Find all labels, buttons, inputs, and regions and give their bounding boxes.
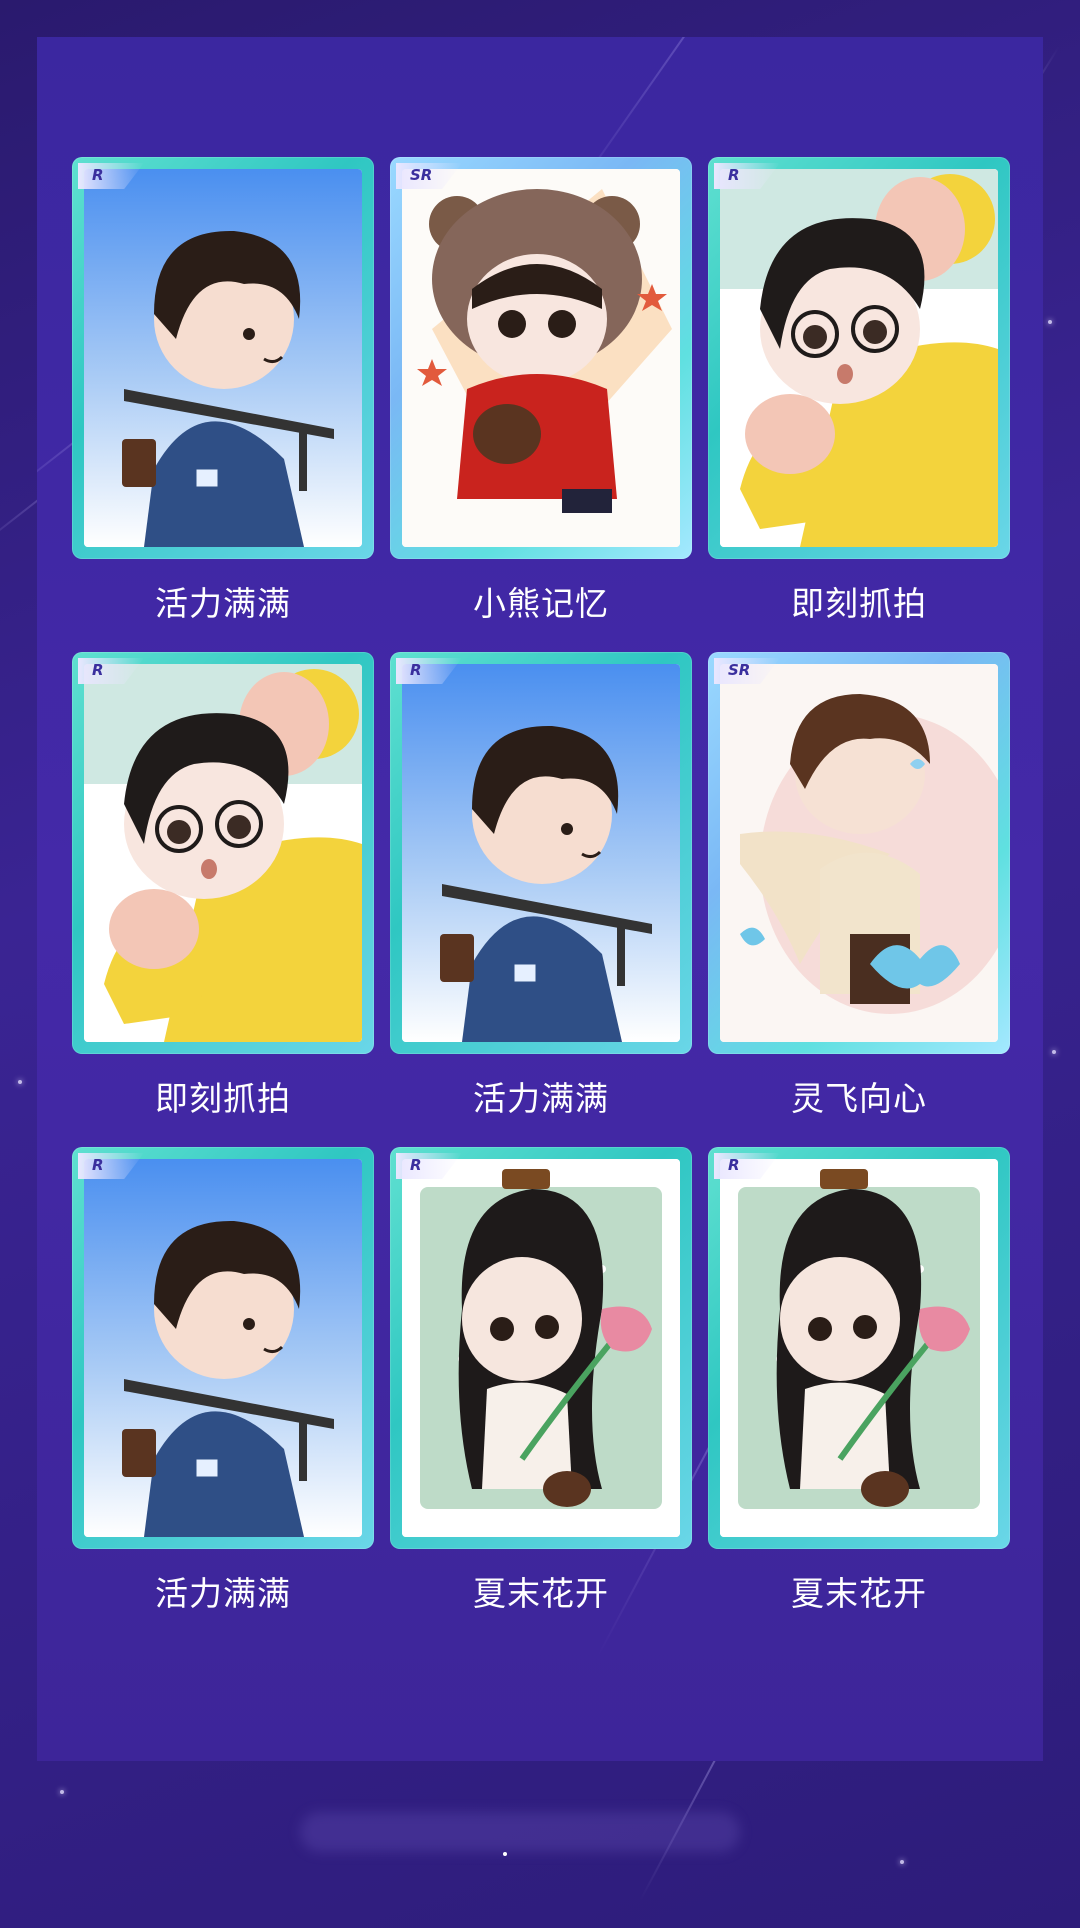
rarity-badge-text: R bbox=[410, 661, 422, 679]
card-frame[interactable]: SR bbox=[708, 652, 1010, 1054]
card-frame[interactable]: R bbox=[708, 157, 1010, 559]
rarity-badge: R bbox=[714, 1153, 780, 1179]
card-name-label: 即刻抓拍 bbox=[791, 584, 927, 623]
card-name-label: 夏末花开 bbox=[473, 1574, 609, 1613]
rarity-badge-text: R bbox=[728, 166, 740, 184]
footer-dot bbox=[503, 1852, 507, 1856]
card-item[interactable]: R 即刻抓拍 bbox=[708, 157, 1010, 652]
rarity-badge-bg bbox=[714, 163, 780, 189]
rarity-badge: R bbox=[396, 658, 462, 684]
card-name-label: 即刻抓拍 bbox=[155, 1079, 291, 1118]
rarity-badge: R bbox=[78, 163, 144, 189]
card-name-label: 活力满满 bbox=[155, 1574, 291, 1613]
rarity-badge-text: R bbox=[92, 166, 104, 184]
lotus-icon bbox=[402, 1159, 680, 1537]
card-frame[interactable]: R bbox=[72, 1147, 374, 1549]
card-frame[interactable]: R bbox=[72, 652, 374, 1054]
card-frame[interactable]: R bbox=[72, 157, 374, 559]
sparkle bbox=[900, 1860, 904, 1864]
rarity-badge: R bbox=[78, 658, 144, 684]
footer-watermark-blur bbox=[300, 1812, 740, 1852]
rarity-badge-text: R bbox=[92, 1156, 104, 1174]
rarity-badge-text: R bbox=[728, 1156, 740, 1174]
sparkle bbox=[18, 1080, 22, 1084]
rarity-badge-bg bbox=[78, 658, 144, 684]
rarity-badge-text: R bbox=[92, 661, 104, 679]
rarity-badge-text: SR bbox=[410, 166, 433, 184]
card-name-label: 灵飞向心 bbox=[791, 1079, 927, 1118]
butterfly-icon bbox=[720, 664, 998, 1042]
rarity-badge-bg bbox=[78, 1153, 144, 1179]
rarity-badge: SR bbox=[714, 658, 780, 684]
office-icon bbox=[84, 1159, 362, 1537]
card-frame[interactable]: SR bbox=[390, 157, 692, 559]
office-icon bbox=[402, 664, 680, 1042]
sparkle bbox=[1048, 320, 1052, 324]
rarity-badge: R bbox=[78, 1153, 144, 1179]
card-item[interactable]: R 活力满满 bbox=[390, 652, 692, 1147]
rarity-badge: R bbox=[396, 1153, 462, 1179]
camera-paw-icon bbox=[720, 169, 998, 547]
card-name-label: 活力满满 bbox=[155, 584, 291, 623]
bear-icon bbox=[402, 169, 680, 547]
lotus-icon bbox=[720, 1159, 998, 1537]
rarity-badge: SR bbox=[396, 163, 462, 189]
rarity-badge-bg bbox=[396, 1153, 462, 1179]
rarity-badge-bg bbox=[78, 163, 144, 189]
camera-paw-icon bbox=[84, 664, 362, 1042]
card-name-label: 小熊记忆 bbox=[473, 584, 609, 623]
rarity-badge-bg bbox=[714, 1153, 780, 1179]
sparkle bbox=[1052, 1050, 1056, 1054]
card-item[interactable]: R 夏末花开 bbox=[390, 1147, 692, 1642]
card-frame[interactable]: R bbox=[390, 1147, 692, 1549]
card-frame[interactable]: R bbox=[708, 1147, 1010, 1549]
card-item[interactable]: R 夏末花开 bbox=[708, 1147, 1010, 1642]
card-frame[interactable]: R bbox=[390, 652, 692, 1054]
card-name-label: 夏末花开 bbox=[791, 1574, 927, 1613]
card-grid: R 活力满满 SR 小熊记忆 R 即刻抓拍 R 即刻抓拍 R 活力满满 SR 灵… bbox=[72, 157, 1010, 1642]
rarity-badge-bg bbox=[396, 658, 462, 684]
office-icon bbox=[84, 169, 362, 547]
rarity-badge-text: SR bbox=[728, 661, 751, 679]
card-item[interactable]: R 活力满满 bbox=[72, 1147, 374, 1642]
card-collection-panel: R 活力满满 SR 小熊记忆 R 即刻抓拍 R 即刻抓拍 R 活力满满 SR 灵… bbox=[37, 37, 1043, 1761]
card-item[interactable]: R 活力满满 bbox=[72, 157, 374, 652]
sparkle bbox=[60, 1790, 64, 1794]
rarity-badge: R bbox=[714, 163, 780, 189]
rarity-badge-text: R bbox=[410, 1156, 422, 1174]
card-name-label: 活力满满 bbox=[473, 1079, 609, 1118]
card-item[interactable]: R 即刻抓拍 bbox=[72, 652, 374, 1147]
card-item[interactable]: SR 灵飞向心 bbox=[708, 652, 1010, 1147]
card-item[interactable]: SR 小熊记忆 bbox=[390, 157, 692, 652]
